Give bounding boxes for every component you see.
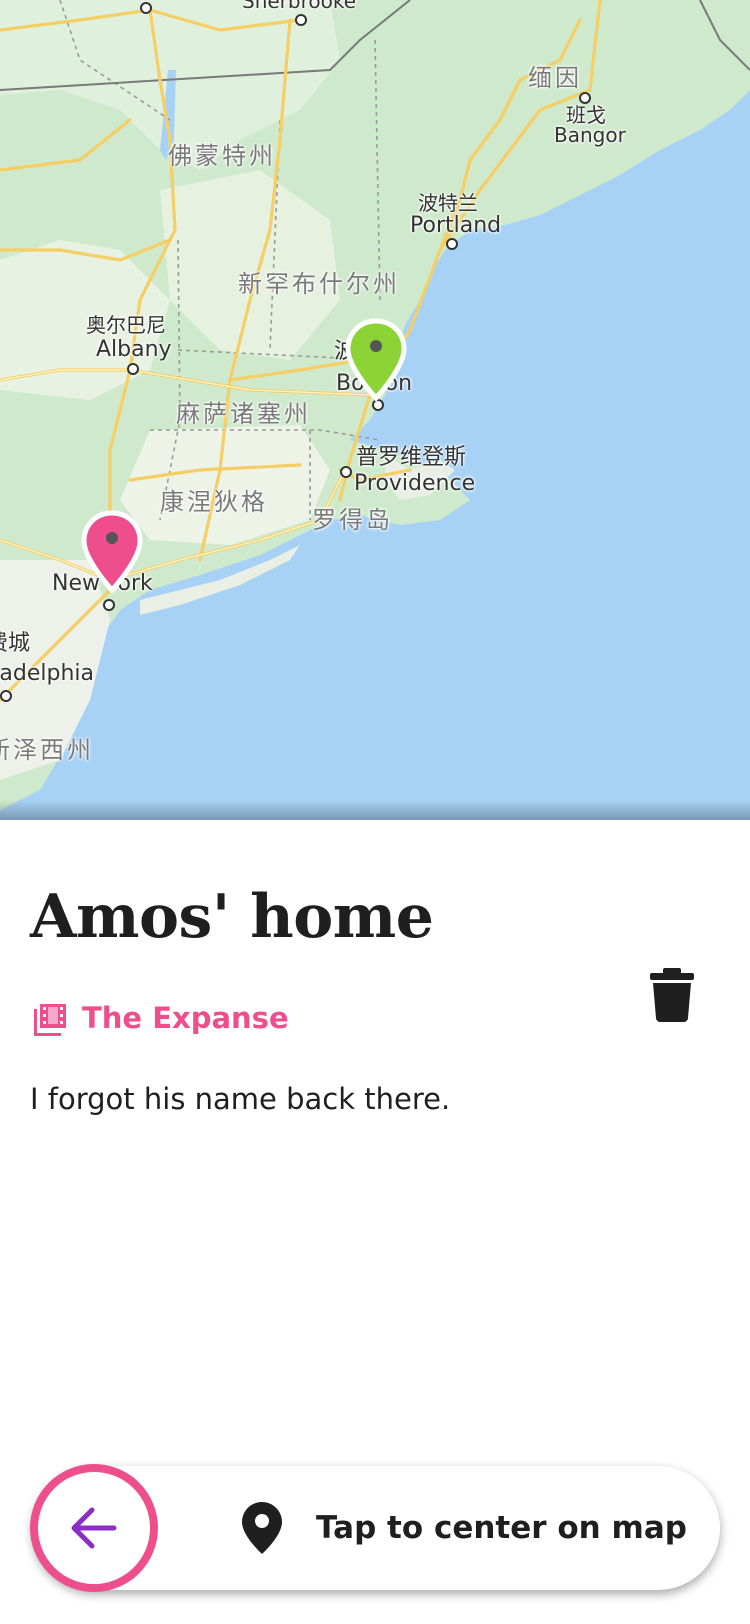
- city-dot: [446, 238, 458, 250]
- delete-icon[interactable]: [650, 968, 694, 1022]
- boston-pin[interactable]: [345, 318, 407, 402]
- city-dot: [127, 363, 139, 375]
- place-category[interactable]: The Expanse: [32, 1000, 289, 1036]
- map-label-albany-cn: 奥尔巴尼: [86, 313, 166, 337]
- map-label-bangor: Bangor: [554, 123, 626, 147]
- map-label-maine: 缅因: [528, 64, 582, 92]
- map-label-vermont: 佛蒙特州: [168, 142, 276, 170]
- place-note: I forgot his name back there.: [30, 1082, 451, 1116]
- place-title: Amos' home: [30, 882, 434, 952]
- map-label-connecticut: 康涅狄格: [160, 488, 268, 516]
- map-label-providence: Providence: [354, 471, 476, 496]
- map-label-rhode-island: 罗得岛: [312, 506, 393, 534]
- map-label-philadelphia-cn: 费城: [0, 631, 31, 656]
- center-on-map-button[interactable]: Tap to center on map: [240, 1488, 687, 1568]
- film-collection-icon: [34, 1004, 66, 1036]
- city-dot: [295, 14, 307, 26]
- city-dot: [140, 2, 152, 14]
- category-label: The Expanse: [82, 1001, 289, 1035]
- map-label-new-hampshire: 新罕布什尔州: [238, 270, 400, 298]
- city-dot: [0, 690, 12, 702]
- city-dot: [103, 599, 115, 611]
- map-label-sherbrooke: Sherbrooke: [242, 0, 357, 13]
- map-view[interactable]: Sherbrooke 缅因 班戈 Bangor 佛蒙特州 波特兰 Portlan…: [0, 0, 750, 820]
- map-label-philadelphia: Philadelphia: [0, 661, 95, 686]
- map-label-new-jersey: 新泽西州: [0, 736, 94, 764]
- city-dot: [340, 466, 352, 478]
- map-label-massachusetts: 麻萨诸塞州: [176, 400, 311, 428]
- location-pin-icon: [242, 1502, 282, 1554]
- map-label-portland-cn: 波特兰: [418, 191, 478, 215]
- new-york-pin[interactable]: [81, 510, 143, 594]
- back-button[interactable]: [30, 1464, 158, 1592]
- map-label-portland: Portland: [410, 213, 502, 238]
- map-label-albany: Albany: [96, 337, 172, 362]
- arrow-left-icon: [71, 1507, 117, 1549]
- map-bottom-shadow: [0, 800, 750, 820]
- map-label-providence-cn: 普罗维登斯: [356, 445, 467, 470]
- center-on-map-label: Tap to center on map: [316, 1510, 687, 1546]
